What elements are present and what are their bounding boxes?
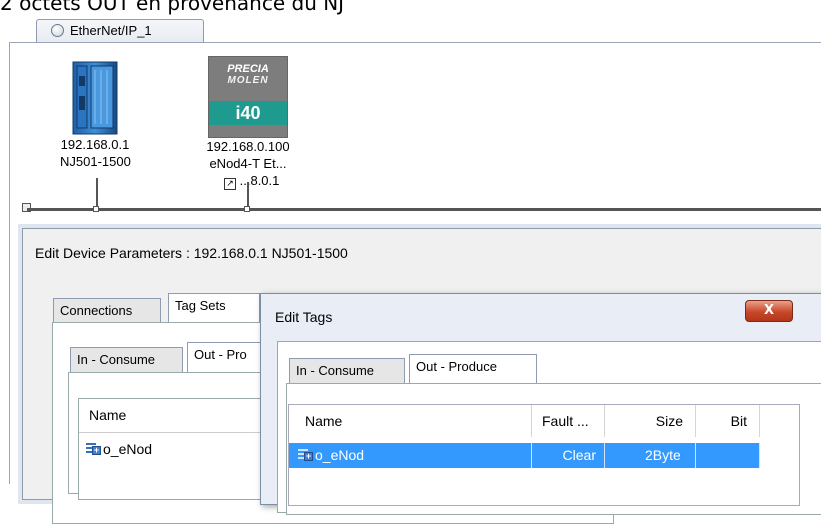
column-size[interactable]: Size [605,405,696,437]
tag-name: o_eNod [103,441,153,457]
network-bus-line [27,208,821,211]
device-enod4[interactable]: PRECIA MOLEN i40 192.168.0.100 eNod4-T E… [204,56,292,190]
tab-ethernet-ip[interactable]: EtherNet/IP_1 [36,19,204,43]
shortcut-arrow-icon: ↗ [224,178,236,190]
network-icon [51,24,64,37]
logo-line-1: PRECIA [227,63,269,75]
tag-size: 2Byte [605,443,696,468]
tab-out-produce[interactable]: Out - Pro [187,342,267,372]
logo-product: i40 [209,101,287,125]
close-button[interactable]: X [745,300,793,322]
device-2-node [244,206,250,212]
tab-out-produce[interactable]: Out - Produce [409,354,537,384]
tab-in-consume[interactable]: In - Consume [70,347,183,373]
column-bit[interactable]: Bit [696,405,760,437]
window-title: Edit Device Parameters : 192.168.0.1 NJ5… [35,245,348,261]
tag-add-icon: + [85,442,101,456]
device-link: ...8.0.1 [239,173,280,188]
dialog-body: In - Consume Out - Produce Name Fault ..… [277,341,821,515]
tab-connections[interactable]: Connections [53,298,161,324]
logo-line-2: MOLEN [227,75,269,86]
table-row[interactable]: + o_eNod Clear 2Byte [289,443,760,468]
tab-ethernet-ip-label: EtherNet/IP_1 [70,23,152,38]
tag-icon: + [297,448,313,462]
device-ip: 192.168.0.1 [60,137,130,152]
tag-fault: Clear [532,443,605,468]
device-1-node [93,206,99,212]
tag-name: o_eNod [315,447,365,463]
tags-grid: Name Fault ... Size Bit + o_eNod Clear 2… [288,404,800,506]
dialog-title: Edit Tags [275,309,333,325]
device-nj501[interactable]: 192.168.0.1 NJ501-1500 [60,56,131,170]
edit-tags-dialog: Edit Tags X In - Consume Out - Produce N… [260,293,821,515]
device-model: eNod4-T Et... [209,156,287,171]
precia-molen-logo-icon: PRECIA MOLEN i40 [208,56,288,138]
device-model: NJ501-1500 [60,154,131,169]
document-caption: 2 octets OUT en provenance du NJ [0,0,345,15]
column-name[interactable]: Name [289,405,532,437]
tag-bit [696,443,760,468]
tab-in-consume[interactable]: In - Consume [289,358,405,384]
column-name: Name [89,407,127,423]
tab-tag-sets[interactable]: Tag Sets [168,293,260,323]
table-row[interactable]: + o_eNod [85,441,152,457]
column-fault[interactable]: Fault ... [532,405,605,437]
device-ip: 192.168.0.100 [206,139,290,154]
plc-controller-icon [72,61,118,135]
